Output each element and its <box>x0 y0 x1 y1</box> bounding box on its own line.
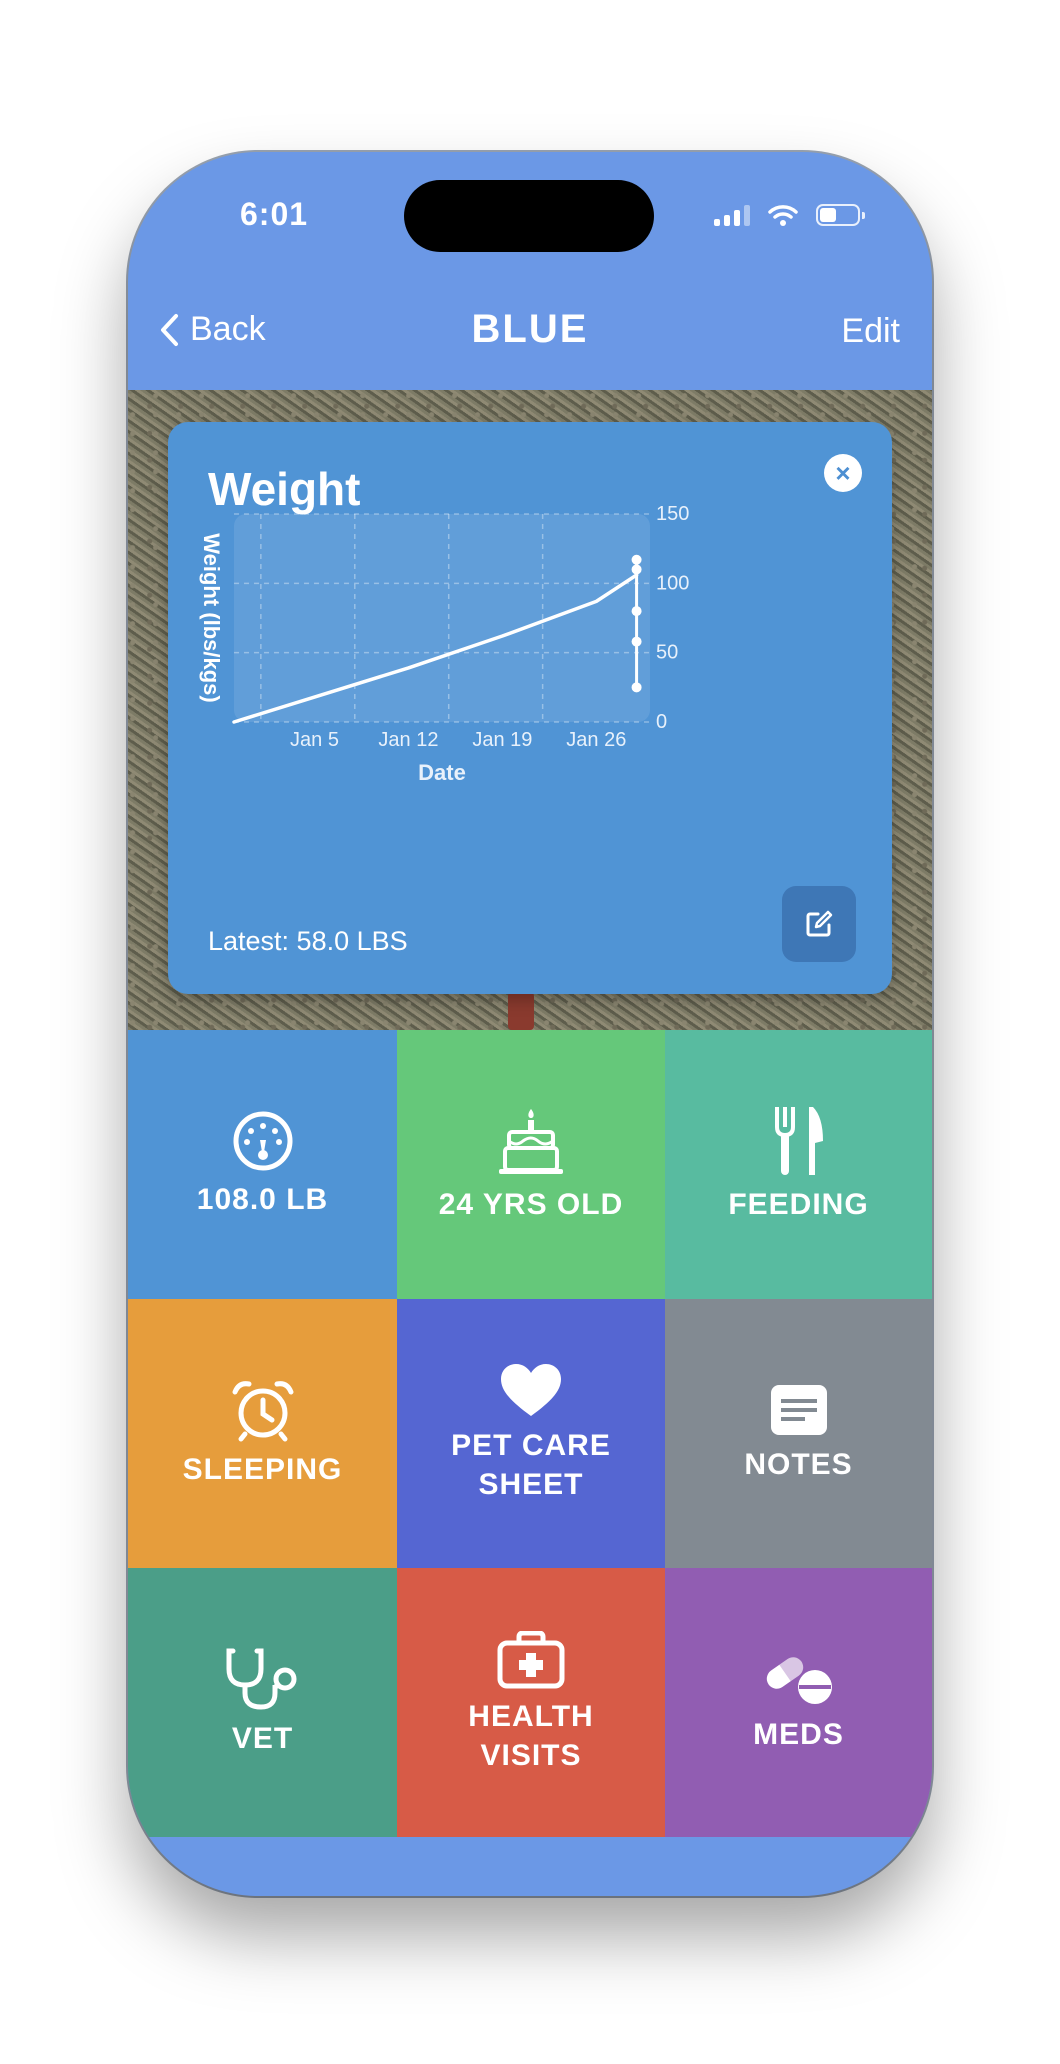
chart-data-point <box>631 564 642 575</box>
page-title: BLUE <box>471 307 589 351</box>
action-grid: 108.0 LB 24 YRS OLD FEEDING SLEEPING PET… <box>128 1030 932 1837</box>
cellular-signal-icon <box>714 204 750 226</box>
chart-x-tick-label: Jan 26 <box>566 729 626 751</box>
status-time: 6:01 <box>240 196 309 232</box>
tile-meds[interactable]: MEDS <box>665 1568 932 1837</box>
tile-vet-label: VET <box>231 1722 294 1755</box>
edit-weight-button[interactable] <box>782 886 856 962</box>
note-icon <box>770 1385 827 1435</box>
tile-meds-label: MEDS <box>753 1718 844 1751</box>
weight-chart: 150 100 50 0 Jan 5 Jan 12 Jan 19 Jan 26 Date Weig… <box>199 503 689 785</box>
weight-card: Weight × 150 100 50 0 Jan 5 Jan 12 Jan 19 Jan 2… <box>168 422 892 994</box>
chart-data-point <box>631 606 642 617</box>
chart-y-tick-label: 50 <box>656 642 678 664</box>
tile-weight-label: 108.0 LB <box>196 1183 329 1216</box>
edit-icon <box>806 910 833 937</box>
stethoscope-icon <box>226 1648 296 1710</box>
chart-y-tick-label: 100 <box>656 572 689 594</box>
tile-health-visits-label: HEALTH VISITS <box>468 1699 594 1772</box>
latest-weight: Latest: 58.0 LBS <box>208 926 408 956</box>
tile-pet-care-sheet-label: PET CARE SHEET <box>451 1428 611 1501</box>
chart-x-axis-label: Date <box>418 760 466 785</box>
chart-x-tick-label: Jan 19 <box>472 729 532 751</box>
tile-notes-label: NOTES <box>744 1448 853 1481</box>
chart-data-point <box>631 554 642 565</box>
gauge-icon <box>233 1111 292 1171</box>
tile-notes[interactable]: NOTES <box>665 1299 932 1568</box>
wifi-icon <box>768 205 798 226</box>
medical-kit-icon <box>497 1630 565 1688</box>
fork-knife-icon <box>774 1107 823 1175</box>
tile-age[interactable]: 24 YRS OLD <box>397 1030 665 1299</box>
tile-age-label: 24 YRS OLD <box>438 1188 624 1221</box>
status-icons <box>714 204 865 226</box>
edit-button[interactable]: Edit <box>841 312 900 351</box>
chart-y-axis-label: Weight (lbs/kgs) <box>199 533 224 703</box>
photo-detail <box>508 992 534 1030</box>
tile-weight[interactable]: 108.0 LB <box>128 1030 397 1299</box>
alarm-clock-icon <box>232 1381 293 1442</box>
chart-x-tick-label: Jan 5 <box>290 729 339 751</box>
tile-feeding-label: FEEDING <box>728 1188 869 1221</box>
dynamic-island <box>404 180 654 252</box>
chart-y-tick-label: 150 <box>656 503 689 525</box>
battery-icon <box>816 204 865 226</box>
tile-sleeping-label: SLEEPING <box>182 1453 343 1486</box>
chart-plot-area <box>234 514 650 722</box>
chart-data-point <box>631 682 642 693</box>
tile-health-visits[interactable]: HEALTH VISITS <box>397 1568 665 1837</box>
tile-sleeping[interactable]: SLEEPING <box>128 1299 397 1568</box>
phone-frame: 6:01 Back BLUE Edit Weight × 150 100 50 0 Ja… <box>128 152 932 1896</box>
tile-feeding[interactable]: FEEDING <box>665 1030 932 1299</box>
tile-vet[interactable]: VET <box>128 1568 397 1837</box>
birthday-cake-icon <box>499 1109 563 1174</box>
heart-icon <box>501 1363 561 1416</box>
chart-x-tick-label: Jan 12 <box>378 729 438 751</box>
chart-y-tick-label: 0 <box>656 711 667 733</box>
chart-data-point <box>631 636 642 647</box>
pills-icon <box>766 1653 832 1704</box>
tile-pet-care-sheet[interactable]: PET CARE SHEET <box>397 1299 665 1568</box>
